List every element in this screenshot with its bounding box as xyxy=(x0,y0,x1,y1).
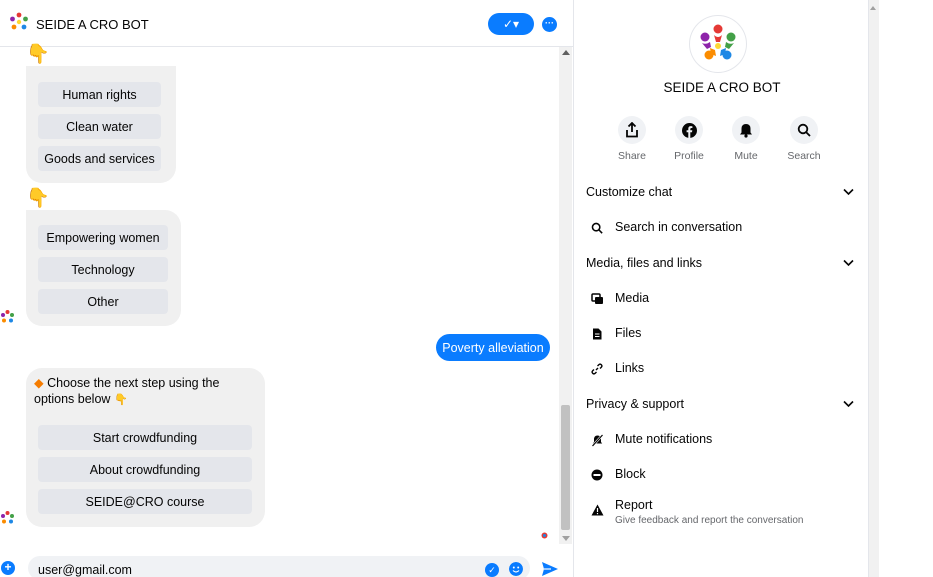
profile-name: SEIDE A CRO BOT xyxy=(663,80,781,95)
search-in-conversation-item[interactable]: Search in conversation xyxy=(586,218,858,242)
search-label: Search xyxy=(787,150,821,162)
file-icon xyxy=(593,328,602,340)
chat-pane: SEIDE A CRO BOT ✓▾ ··· 👇 Human rights Cl… xyxy=(0,0,573,577)
pointing-hand-icon: 👇 xyxy=(113,394,128,406)
chat-title[interactable]: SEIDE A CRO BOT xyxy=(36,17,149,32)
option-start-crowdfunding[interactable]: Start crowdfunding xyxy=(38,425,252,450)
pointing-hand-icon: 👇 xyxy=(26,44,50,65)
scroll-up-arrow-icon[interactable] xyxy=(562,50,570,55)
emoji-icon[interactable] xyxy=(509,562,523,576)
details-scroll-up-arrow-icon[interactable] xyxy=(870,6,876,10)
option-about-crowdfunding[interactable]: About crowdfunding xyxy=(38,457,252,482)
chat-scroll-thumb[interactable] xyxy=(561,405,570,530)
block-icon xyxy=(591,469,603,481)
bell-icon xyxy=(740,123,752,138)
send-icon[interactable] xyxy=(541,561,559,577)
mute-label: Mute xyxy=(734,150,758,162)
chat-header: SEIDE A CRO BOT ✓▾ ··· xyxy=(0,0,573,47)
scroll-down-arrow-icon[interactable] xyxy=(562,536,570,541)
media-label: Media xyxy=(615,291,650,305)
add-attachment-icon[interactable]: + xyxy=(1,561,15,575)
option-seide-course[interactable]: SEIDE@CRO course xyxy=(38,489,252,514)
share-icon xyxy=(626,122,638,138)
search-icon xyxy=(797,123,811,137)
profile-action[interactable]: Profile xyxy=(664,116,714,162)
files-item[interactable]: Files xyxy=(586,324,858,348)
search-icon xyxy=(591,222,603,234)
report-item[interactable]: Report Give feedback and report the conv… xyxy=(586,496,858,532)
bot-logo-icon[interactable] xyxy=(8,11,30,33)
link-icon xyxy=(591,363,603,375)
check-dropdown-button[interactable]: ✓▾ xyxy=(488,13,534,35)
bot-avatar-icon xyxy=(1,310,14,323)
blank-margin xyxy=(879,0,933,577)
chevron-down-icon xyxy=(843,400,854,408)
chevron-down-icon xyxy=(843,259,854,267)
mute-notifications-label: Mute notifications xyxy=(615,432,713,446)
media-files-links-section[interactable]: Media, files and links xyxy=(586,256,858,276)
option-empowering-women[interactable]: Empowering women xyxy=(38,225,168,250)
media-files-links-label: Media, files and links xyxy=(586,256,703,270)
mute-icon xyxy=(591,433,603,447)
option-clean-water[interactable]: Clean water xyxy=(38,114,161,139)
next-step-prompt: ◆ Choose the next step using the options… xyxy=(34,375,244,408)
autofill-check-icon[interactable]: ✓ xyxy=(485,563,499,577)
links-item[interactable]: Links xyxy=(586,359,858,383)
option-other[interactable]: Other xyxy=(38,289,168,314)
files-label: Files xyxy=(615,326,642,340)
sent-message[interactable]: Poverty alleviation xyxy=(436,334,550,361)
privacy-support-label: Privacy & support xyxy=(586,397,684,411)
option-human-rights[interactable]: Human rights xyxy=(38,82,161,107)
option-goods-services[interactable]: Goods and services xyxy=(38,146,161,171)
report-label: Report xyxy=(615,498,653,512)
customize-chat-section[interactable]: Customize chat xyxy=(586,185,858,205)
media-icon xyxy=(590,293,603,304)
more-options-icon[interactable]: ··· xyxy=(542,17,557,32)
privacy-support-section[interactable]: Privacy & support xyxy=(586,397,858,417)
share-label: Share xyxy=(617,150,647,162)
profile-picture[interactable] xyxy=(690,16,746,72)
report-description: Give feedback and report the conversatio… xyxy=(615,515,804,526)
media-item[interactable]: Media xyxy=(586,289,858,313)
links-label: Links xyxy=(615,361,645,375)
customize-chat-label: Customize chat xyxy=(586,185,673,199)
option-technology[interactable]: Technology xyxy=(38,257,168,282)
bot-avatar-icon xyxy=(1,511,14,524)
share-action[interactable]: Share xyxy=(607,116,657,162)
seen-indicator-icon xyxy=(541,532,548,539)
search-action[interactable]: Search xyxy=(779,116,829,162)
pointing-hand-icon: 👇 xyxy=(26,188,50,209)
mute-action[interactable]: Mute xyxy=(721,116,771,162)
profile-label: Profile xyxy=(674,150,704,162)
chevron-down-icon xyxy=(843,188,854,196)
search-in-conversation-label: Search in conversation xyxy=(615,220,743,234)
mute-notifications-item[interactable]: Mute notifications xyxy=(586,430,858,454)
block-item[interactable]: Block xyxy=(586,465,858,489)
report-icon xyxy=(591,504,603,516)
diamond-icon: ◆ xyxy=(34,376,44,390)
facebook-icon xyxy=(681,122,697,138)
block-label: Block xyxy=(615,467,646,481)
message-input-value[interactable]: user@gmail.com xyxy=(38,563,132,577)
